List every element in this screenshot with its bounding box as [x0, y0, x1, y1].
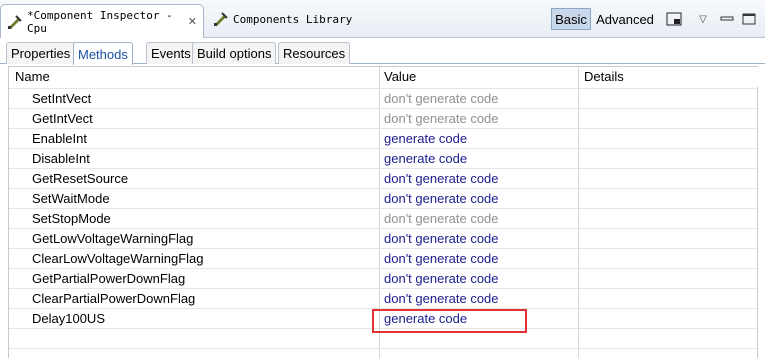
basic-button[interactable]: Basic — [551, 8, 591, 30]
tab-methods[interactable]: Methods — [73, 42, 133, 65]
method-value[interactable]: generate code — [384, 311, 467, 326]
method-value[interactable]: don't generate code — [384, 231, 499, 246]
table-row[interactable]: GetPartialPowerDownFlag don't generate co… — [9, 268, 759, 288]
table-row[interactable]: SetStopMode don't generate code — [9, 208, 759, 228]
method-name: SetIntVect — [32, 91, 92, 106]
method-value[interactable]: don't generate code — [384, 271, 499, 286]
table-row[interactable]: ClearLowVoltageWarningFlag don't generate… — [9, 248, 759, 268]
tab-events[interactable]: Events — [146, 42, 196, 64]
tab-component-inspector-label: *Component Inspector - Cpu — [27, 8, 173, 35]
table-row[interactable]: ClearPartialPowerDownFlag don't generate … — [9, 288, 759, 308]
method-value[interactable]: don't generate code — [384, 191, 499, 206]
component-inspector-icon — [7, 14, 23, 30]
column-header-name[interactable]: Name — [15, 69, 50, 84]
tab-resources[interactable]: Resources — [278, 42, 351, 64]
tab-properties[interactable]: Properties — [6, 42, 76, 64]
table-row[interactable]: EnableInt generate code — [9, 128, 759, 148]
method-value[interactable]: don't generate code — [384, 211, 499, 226]
method-name: GetResetSource — [32, 171, 129, 186]
minimize-icon[interactable] — [718, 8, 736, 30]
method-value[interactable]: don't generate code — [384, 111, 499, 126]
tab-component-inspector[interactable]: *Component Inspector - Cpu ✕ — [0, 4, 204, 38]
tab-components-library-label: Components Library — [233, 12, 353, 26]
method-name: GetIntVect — [32, 111, 93, 126]
method-value[interactable]: generate code — [384, 151, 467, 166]
close-tab-icon[interactable]: ✕ — [188, 15, 197, 28]
table-row[interactable]: SetWaitMode don't generate code — [9, 188, 759, 208]
inspector-tabs: Properties Methods Events Build options … — [0, 40, 765, 65]
table-row[interactable]: SetIntVect don't generate code — [9, 88, 759, 108]
column-header-details[interactable]: Details — [584, 69, 624, 84]
table-row[interactable]: GetLowVoltageWarningFlag don't generate c… — [9, 228, 759, 248]
tab-components-library[interactable]: Components Library — [207, 4, 387, 34]
view-menu-icon[interactable]: ▽ — [695, 8, 711, 30]
view-mode-icon[interactable] — [663, 8, 685, 30]
method-name: Delay100US — [32, 311, 105, 326]
method-name: DisableInt — [32, 151, 90, 166]
table-row[interactable]: DisableInt generate code — [9, 148, 759, 168]
maximize-icon[interactable] — [740, 8, 758, 30]
method-value[interactable]: don't generate code — [384, 291, 499, 306]
advanced-button[interactable]: Advanced — [594, 8, 656, 30]
method-name: ClearPartialPowerDownFlag — [32, 291, 196, 306]
methods-table: Name Value Details SetIntVect don't gener… — [8, 66, 759, 358]
method-value[interactable]: don't generate code — [384, 91, 499, 106]
empty-row — [9, 348, 759, 358]
tab-build-options[interactable]: Build options — [192, 42, 277, 64]
empty-row — [9, 328, 759, 348]
method-name: GetPartialPowerDownFlag — [32, 271, 186, 286]
method-name: EnableInt — [32, 131, 87, 146]
method-name: GetLowVoltageWarningFlag — [32, 231, 194, 246]
view-tab-bar: *Component Inspector - Cpu ✕ Components … — [0, 0, 765, 38]
table-row[interactable]: GetResetSource don't generate code — [9, 168, 759, 188]
method-value[interactable]: don't generate code — [384, 251, 499, 266]
method-name: SetWaitMode — [32, 191, 110, 206]
column-header-value[interactable]: Value — [384, 69, 416, 84]
method-name: ClearLowVoltageWarningFlag — [32, 251, 204, 266]
table-row[interactable]: Delay100US generate code — [9, 308, 759, 328]
method-name: SetStopMode — [32, 211, 111, 226]
method-value[interactable]: don't generate code — [384, 171, 499, 186]
components-library-icon — [213, 11, 229, 27]
method-value[interactable]: generate code — [384, 131, 467, 146]
table-header: Name Value Details — [9, 67, 759, 87]
table-row[interactable]: GetIntVect don't generate code — [9, 108, 759, 128]
